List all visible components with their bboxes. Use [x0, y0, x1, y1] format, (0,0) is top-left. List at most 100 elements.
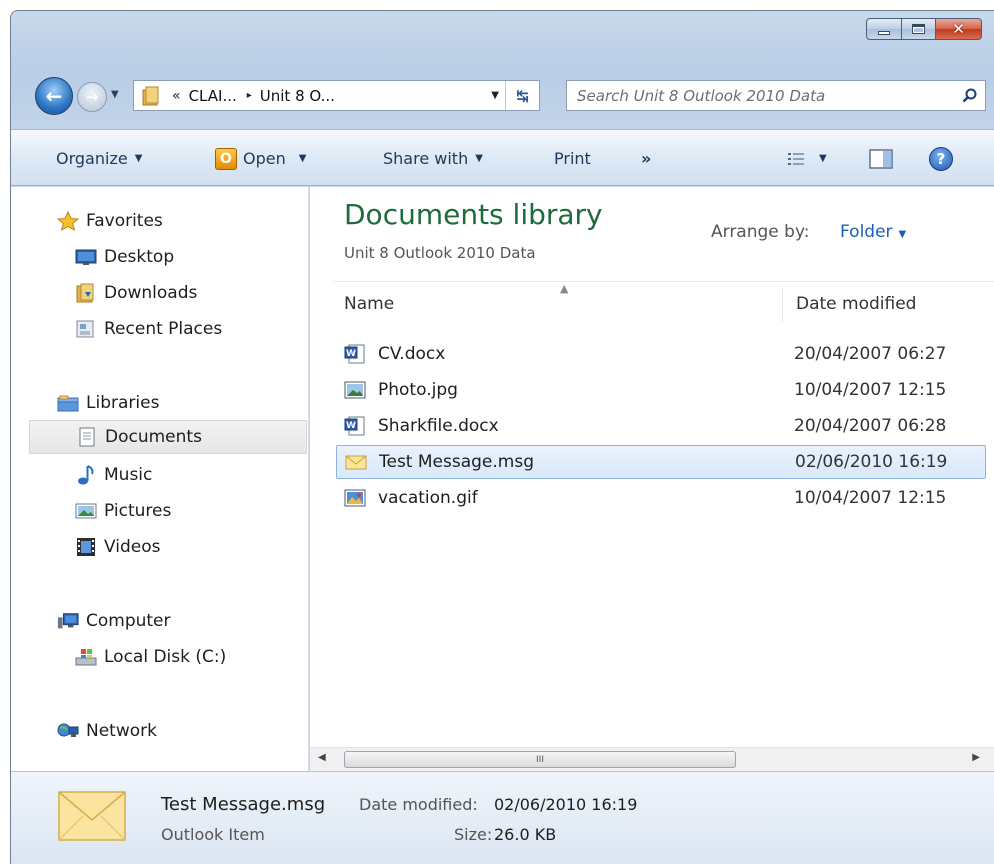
address-dropdown-icon[interactable]: ▼ [491, 90, 499, 101]
nav-label: Documents [105, 427, 202, 447]
open-label: Open [243, 149, 286, 168]
nav-item-computer[interactable]: Computer [57, 604, 171, 638]
nav-label: Local Disk (C:) [104, 647, 227, 667]
chevron-down-icon[interactable]: ▼ [819, 153, 827, 164]
preview-pane-button[interactable] [869, 130, 893, 187]
nav-item-recent-places[interactable]: Recent Places [75, 312, 222, 346]
file-date: 10/04/2007 12:15 [794, 488, 947, 508]
nav-label: Pictures [104, 501, 172, 521]
nav-label: Desktop [104, 247, 175, 267]
explorer-window: ✕ ← → ▼ « CLAI... ▸ Unit 8 O... ▼ ↹ O [10, 10, 994, 864]
file-row[interactable]: vacation.gif 10/04/2007 12:15 [336, 482, 986, 516]
maximize-button[interactable] [902, 18, 936, 40]
nav-label: Favorites [86, 211, 163, 231]
organize-button[interactable]: Organize ▼ [56, 130, 142, 187]
file-date: 02/06/2010 16:19 [795, 452, 948, 472]
detail-size-value: 26.0 KB [494, 825, 557, 844]
computer-icon [57, 611, 79, 631]
column-header-date-modified[interactable]: Date modified [796, 294, 916, 314]
print-button[interactable]: Print [554, 130, 591, 187]
share-with-button[interactable]: Share with ▼ [383, 130, 483, 187]
detail-file-name: Test Message.msg [161, 794, 326, 815]
nav-item-pictures[interactable]: Pictures [75, 494, 171, 528]
breadcrumb-item-clai[interactable]: CLAI... [189, 87, 237, 105]
scrollbar-grip: III [536, 754, 544, 765]
open-button[interactable]: O Open ▼ [215, 130, 306, 187]
nav-item-favorites[interactable]: Favorites [57, 204, 163, 238]
file-row-selected[interactable]: Test Message.msg 02/06/2010 16:19 [336, 445, 986, 479]
print-label: Print [554, 149, 591, 168]
nav-label: Downloads [104, 283, 198, 303]
column-header-name[interactable]: Name [344, 294, 394, 314]
navigation-pane: Favorites Desktop Downloads Recent Place… [11, 187, 309, 771]
chevron-down-icon: ▼ [898, 229, 907, 240]
nav-item-documents[interactable]: Documents [29, 420, 307, 454]
envelope-icon [58, 791, 126, 841]
detail-date-value: 02/06/2010 16:19 [494, 795, 638, 814]
file-date: 10/04/2007 12:15 [794, 380, 947, 400]
column-divider[interactable] [782, 288, 783, 322]
more-commands-icon: » [641, 149, 652, 168]
chevron-down-icon: ▼ [475, 153, 483, 164]
scroll-left-arrow-icon[interactable]: ◀ [318, 752, 326, 763]
more-commands-button[interactable]: » [641, 130, 651, 187]
sort-ascending-icon: ▲ [560, 282, 569, 295]
refresh-button[interactable]: ↹ [505, 81, 539, 110]
scroll-right-arrow-icon[interactable]: ▶ [972, 752, 980, 763]
desktop-icon [75, 247, 97, 267]
search-box[interactable] [566, 80, 986, 111]
pictures-icon [75, 501, 97, 521]
nav-label: Computer [86, 611, 171, 631]
help-button[interactable]: ? [929, 130, 953, 187]
libraries-icon [57, 393, 79, 413]
breadcrumb-overflow[interactable]: « [172, 88, 181, 104]
star-icon [57, 211, 79, 231]
file-date: 20/04/2007 06:28 [794, 416, 947, 436]
horizontal-scrollbar[interactable]: ◀ III ▶ [310, 747, 994, 771]
file-row[interactable]: W CV.docx 20/04/2007 06:27 [336, 338, 986, 372]
library-subtitle: Unit 8 Outlook 2010 Data [344, 244, 536, 262]
nav-label: Videos [104, 537, 161, 557]
file-name: Test Message.msg [379, 452, 535, 472]
search-input[interactable] [577, 86, 955, 105]
detail-file-type: Outlook Item [161, 825, 265, 844]
nav-item-local-disk[interactable]: Local Disk (C:) [75, 640, 226, 674]
gif-image-icon [344, 489, 366, 507]
caption-buttons: ✕ [866, 18, 982, 40]
music-note-icon [75, 465, 97, 485]
address-bar[interactable]: « CLAI... ▸ Unit 8 O... ▼ ↹ [133, 80, 540, 111]
nav-item-desktop[interactable]: Desktop [75, 240, 174, 274]
nav-item-libraries[interactable]: Libraries [57, 386, 159, 420]
breadcrumb-item-unit8[interactable]: Unit 8 O... [260, 87, 335, 105]
forward-arrow-icon: → [85, 88, 99, 106]
file-name: vacation.gif [378, 488, 478, 508]
file-row[interactable]: W Sharkfile.docx 20/04/2007 06:28 [336, 410, 986, 444]
documents-icon [76, 427, 98, 447]
nav-label: Music [104, 465, 153, 485]
scrollbar-thumb[interactable]: III [344, 751, 736, 768]
nav-item-videos[interactable]: Videos [75, 530, 161, 564]
network-icon [57, 721, 79, 741]
nav-item-music[interactable]: Music [75, 458, 152, 492]
maximize-icon [912, 24, 925, 34]
nav-item-network[interactable]: Network [57, 714, 157, 748]
svg-text:W: W [346, 421, 356, 431]
file-list-pane: Documents library Unit 8 Outlook 2010 Da… [310, 187, 994, 771]
chevron-down-icon: ▼ [298, 153, 307, 164]
forward-button[interactable]: → [77, 82, 107, 112]
breadcrumb-separator-icon[interactable]: ▸ [247, 90, 252, 101]
back-button[interactable]: ← [35, 77, 73, 115]
file-row[interactable]: Photo.jpg 10/04/2007 12:15 [336, 374, 986, 408]
close-button[interactable]: ✕ [936, 18, 982, 40]
minimize-button[interactable] [866, 18, 902, 40]
column-headers: ▲ Name Date modified [334, 281, 994, 325]
arrange-by-dropdown[interactable]: Folder ▼ [840, 222, 906, 242]
recent-pages-dropdown[interactable]: ▼ [111, 89, 119, 100]
change-view-button[interactable]: ▼ [787, 130, 827, 187]
share-with-label: Share with [383, 149, 469, 168]
search-icon[interactable] [955, 88, 985, 104]
outlook-icon: O [215, 147, 237, 170]
nav-item-downloads[interactable]: Downloads [75, 276, 197, 310]
library-title: Documents library [344, 198, 603, 231]
file-date: 20/04/2007 06:27 [794, 344, 947, 364]
